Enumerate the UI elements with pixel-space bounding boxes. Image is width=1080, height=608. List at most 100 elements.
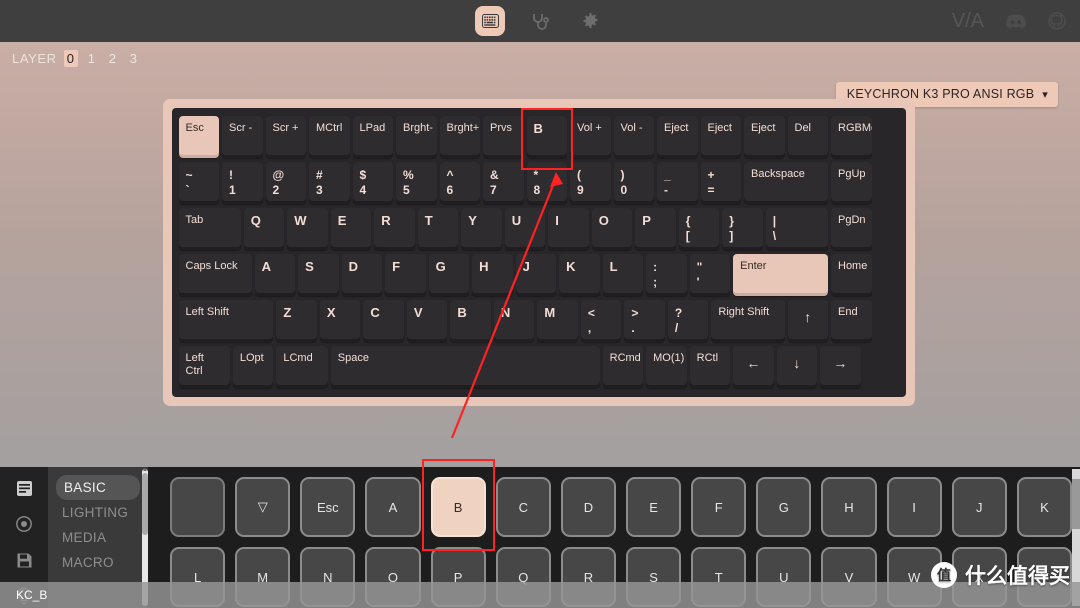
keyboard-key[interactable]: Left Ctrl [178, 346, 230, 388]
keyboard-key[interactable]: ~ ` [178, 162, 219, 204]
keyboard-key[interactable]: Tab [178, 208, 241, 250]
category-lighting[interactable]: LIGHTING [48, 500, 148, 525]
keyboard-key[interactable]: Space [330, 346, 600, 388]
github-icon[interactable] [1048, 12, 1066, 30]
keyboard-key[interactable]: Caps Lock [178, 254, 252, 296]
keyboard-key[interactable]: ? / [667, 300, 709, 342]
keyboard-key[interactable]: N [493, 300, 535, 342]
keyboard-key[interactable]: PgDn [831, 208, 872, 250]
keyboard-key[interactable]: S [298, 254, 339, 296]
keyboard-key[interactable]: :; [646, 254, 687, 296]
keyboard-key[interactable]: D [341, 254, 383, 296]
keyboard-key[interactable]: Brght+ [439, 116, 480, 158]
keyboard-key[interactable]: ! 1 [222, 162, 263, 204]
key-picker-key[interactable]: A [365, 477, 421, 537]
key-picker-key[interactable]: J [951, 477, 1007, 537]
keyboard-key[interactable]: LCmd [276, 346, 328, 388]
keyboard-key[interactable]: W [287, 208, 328, 250]
keyboard-key[interactable]: RCtl [689, 346, 731, 388]
keyboard-key[interactable]: RGBMo [831, 116, 872, 158]
keyboard-key[interactable]: F [385, 254, 426, 296]
key-picker-key[interactable]: I [886, 477, 942, 537]
keyboard-key[interactable]: % 5 [396, 162, 437, 204]
keyboard-key[interactable]: Eject [657, 116, 698, 158]
keyboard-key[interactable]: O [591, 208, 633, 250]
key-picker-key[interactable]: Esc [300, 477, 356, 537]
keyboard-key[interactable]: " ' [689, 254, 731, 296]
keyboard-key[interactable]: Left Shift [178, 300, 274, 342]
keyboard-key[interactable]: $4 [352, 162, 393, 204]
keyboard-key[interactable]: LOpt [232, 346, 274, 388]
key-picker-key[interactable]: D [560, 477, 616, 537]
keyboard-key[interactable]: | \ [765, 208, 828, 250]
key-picker-key[interactable]: G [756, 477, 812, 537]
keyboard-key[interactable]: Right Shift [711, 300, 785, 342]
keyboard-key[interactable]: Prvs [483, 116, 524, 158]
keyboard-key[interactable]: >. [624, 300, 665, 342]
key-picker-key[interactable]: K [1016, 477, 1072, 537]
key-picker-key[interactable]: H [821, 477, 877, 537]
layer-button-1[interactable]: 1 [85, 50, 99, 67]
keyboard-key[interactable]: A [254, 254, 296, 296]
keyboard-key[interactable]: ← [733, 346, 774, 388]
keyboard-key[interactable]: ↑ [787, 300, 828, 342]
keyboard-key[interactable]: Enter [733, 254, 828, 296]
keyboard-key[interactable]: C [363, 300, 404, 342]
keyboard-key[interactable]: Del [787, 116, 828, 158]
keyboard-key[interactable]: Vol - [613, 116, 654, 158]
keyboard-key[interactable]: Eject [744, 116, 785, 158]
keyboard-key[interactable]: Esc [178, 116, 219, 158]
keyboard-key[interactable]: G [428, 254, 470, 296]
discord-icon[interactable] [1006, 13, 1026, 29]
keyboard-key[interactable]: Scr - [222, 116, 263, 158]
keyboard-key[interactable]: T [417, 208, 459, 250]
keyboard-key[interactable]: Y [461, 208, 502, 250]
save-icon[interactable] [12, 550, 36, 572]
keyboard-key[interactable]: End [831, 300, 872, 342]
key-grid-scroll-thumb[interactable] [1072, 479, 1080, 529]
keyboard-key[interactable]: RCmd [602, 346, 644, 388]
keyboard-key[interactable]: <, [580, 300, 622, 342]
keyboard-key[interactable]: (9 [570, 162, 611, 204]
keyboard-key[interactable]: K [559, 254, 600, 296]
layer-button-3[interactable]: 3 [127, 50, 141, 67]
gear-icon[interactable] [575, 6, 605, 36]
keyboard-key[interactable]: ) 0 [613, 162, 654, 204]
keyboard-key[interactable]: B [450, 300, 491, 342]
keyboard-key[interactable]: _ - [657, 162, 698, 204]
stethoscope-icon[interactable] [525, 6, 555, 36]
category-media[interactable]: MEDIA [48, 525, 148, 550]
key-picker-key[interactable]: E [625, 477, 682, 537]
keyboard-key[interactable]: }] [722, 208, 763, 250]
keyboard-key[interactable]: R [374, 208, 415, 250]
keyboard-key[interactable]: B [526, 116, 567, 158]
keyboard-key[interactable]: → [820, 346, 861, 388]
layer-button-2[interactable]: 2 [106, 50, 120, 67]
keyboard-key[interactable]: Vol + [570, 116, 611, 158]
category-basic[interactable]: BASIC [56, 475, 140, 500]
keyboard-key[interactable]: #3 [309, 162, 350, 204]
keyboard-key[interactable]: P [635, 208, 676, 250]
keyboard-key[interactable]: E [330, 208, 372, 250]
keyboard-key[interactable]: ↓ [776, 346, 818, 388]
keyboard-key[interactable]: Z [276, 300, 317, 342]
key-picker-key[interactable]: C [495, 477, 551, 537]
key-picker-key[interactable]: F [691, 477, 747, 537]
category-macro[interactable]: MACRO [48, 550, 148, 575]
keyboard-key[interactable]: Eject [700, 116, 741, 158]
keyboard-key[interactable]: @2 [265, 162, 306, 204]
keyboard-key[interactable]: Q [243, 208, 285, 250]
keyboard-key[interactable]: {[ [678, 208, 720, 250]
category-scroll-thumb[interactable] [142, 473, 148, 535]
keyboard-icon[interactable] [475, 6, 505, 36]
record-icon[interactable] [12, 513, 36, 535]
keyboard-key[interactable]: MCtrl [309, 116, 350, 158]
keyboard-key[interactable]: L [602, 254, 644, 296]
keyboard-key[interactable]: LPad [352, 116, 393, 158]
keyboard-key[interactable]: V [406, 300, 448, 342]
keyboard-key[interactable]: X [319, 300, 361, 342]
keyboard-key[interactable]: H [472, 254, 513, 296]
keyboard-key[interactable]: Scr + [265, 116, 306, 158]
keyboard-key[interactable]: & 7 [483, 162, 524, 204]
keyboard-key[interactable]: Home [831, 254, 872, 296]
